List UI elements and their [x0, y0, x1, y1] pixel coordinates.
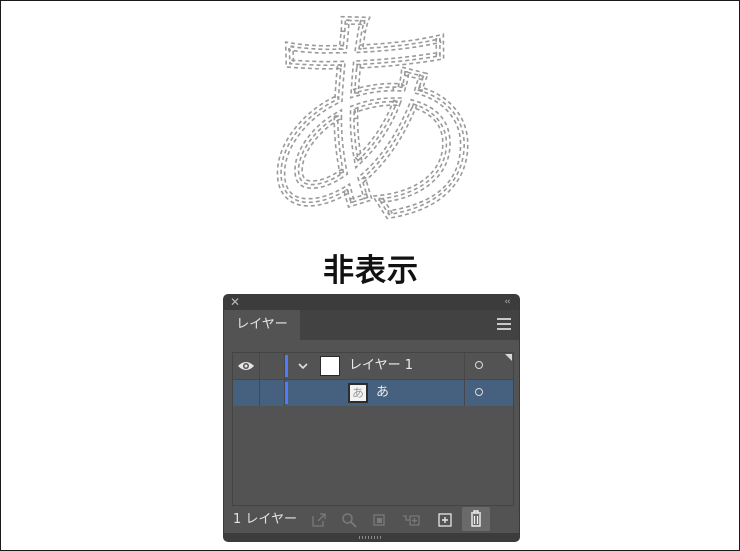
- sublayer-thumbnail: あ: [348, 383, 368, 403]
- panel-tab-row: レイヤー: [224, 310, 519, 340]
- collapse-panel-icon[interactable]: ‹‹: [501, 296, 513, 308]
- target-circle-icon[interactable]: [475, 361, 483, 369]
- hidden-glyph-outline: あ: [256, 15, 486, 235]
- glyph-outline-text: あ: [256, 15, 486, 235]
- chevron-down-icon[interactable]: [297, 360, 309, 372]
- delete-button[interactable]: [462, 507, 490, 531]
- panel-titlebar: ✕ ‹‹: [224, 295, 519, 310]
- sublayer-name[interactable]: あ: [376, 380, 389, 406]
- layer-thumbnail: [320, 356, 340, 376]
- trash-icon: [471, 510, 481, 527]
- search-icon[interactable]: [340, 511, 358, 529]
- eye-icon: [238, 362, 254, 370]
- export-icon[interactable]: [310, 511, 328, 529]
- panel-footer: 1 レイヤー: [224, 506, 519, 533]
- layer-count: 1 レイヤー: [233, 512, 298, 527]
- selection-corner-mark: [505, 354, 512, 361]
- canvas-frame: あ 非表示 ✕ ‹‹ レイヤー レイヤー 1 あ あ 1 レイヤー: [0, 0, 740, 551]
- layer-color-bar: [285, 355, 288, 377]
- layers-panel: ✕ ‹‹ レイヤー レイヤー 1 あ あ 1 レイヤー: [224, 295, 519, 541]
- lock-toggle[interactable]: [260, 380, 285, 406]
- new-layer-icon[interactable]: [436, 511, 454, 529]
- tab-layers[interactable]: レイヤー: [224, 310, 300, 340]
- target-circle-icon[interactable]: [475, 388, 483, 396]
- panel-menu-icon[interactable]: [497, 318, 511, 330]
- resize-grip[interactable]: [224, 533, 519, 541]
- lock-toggle[interactable]: [260, 353, 285, 379]
- visibility-toggle[interactable]: [233, 353, 260, 379]
- layer-row-selected[interactable]: あ あ: [233, 380, 513, 406]
- layers-list: レイヤー 1 あ あ: [232, 352, 514, 506]
- layer-color-bar: [285, 382, 288, 404]
- new-sublayer-icon[interactable]: [402, 511, 420, 529]
- clipping-mask-icon[interactable]: [370, 511, 388, 529]
- layer-name[interactable]: レイヤー 1: [349, 353, 413, 379]
- layer-row[interactable]: レイヤー 1: [233, 353, 513, 380]
- hidden-caption: 非表示: [323, 253, 419, 289]
- visibility-toggle[interactable]: [233, 380, 260, 406]
- close-icon[interactable]: ✕: [229, 296, 241, 308]
